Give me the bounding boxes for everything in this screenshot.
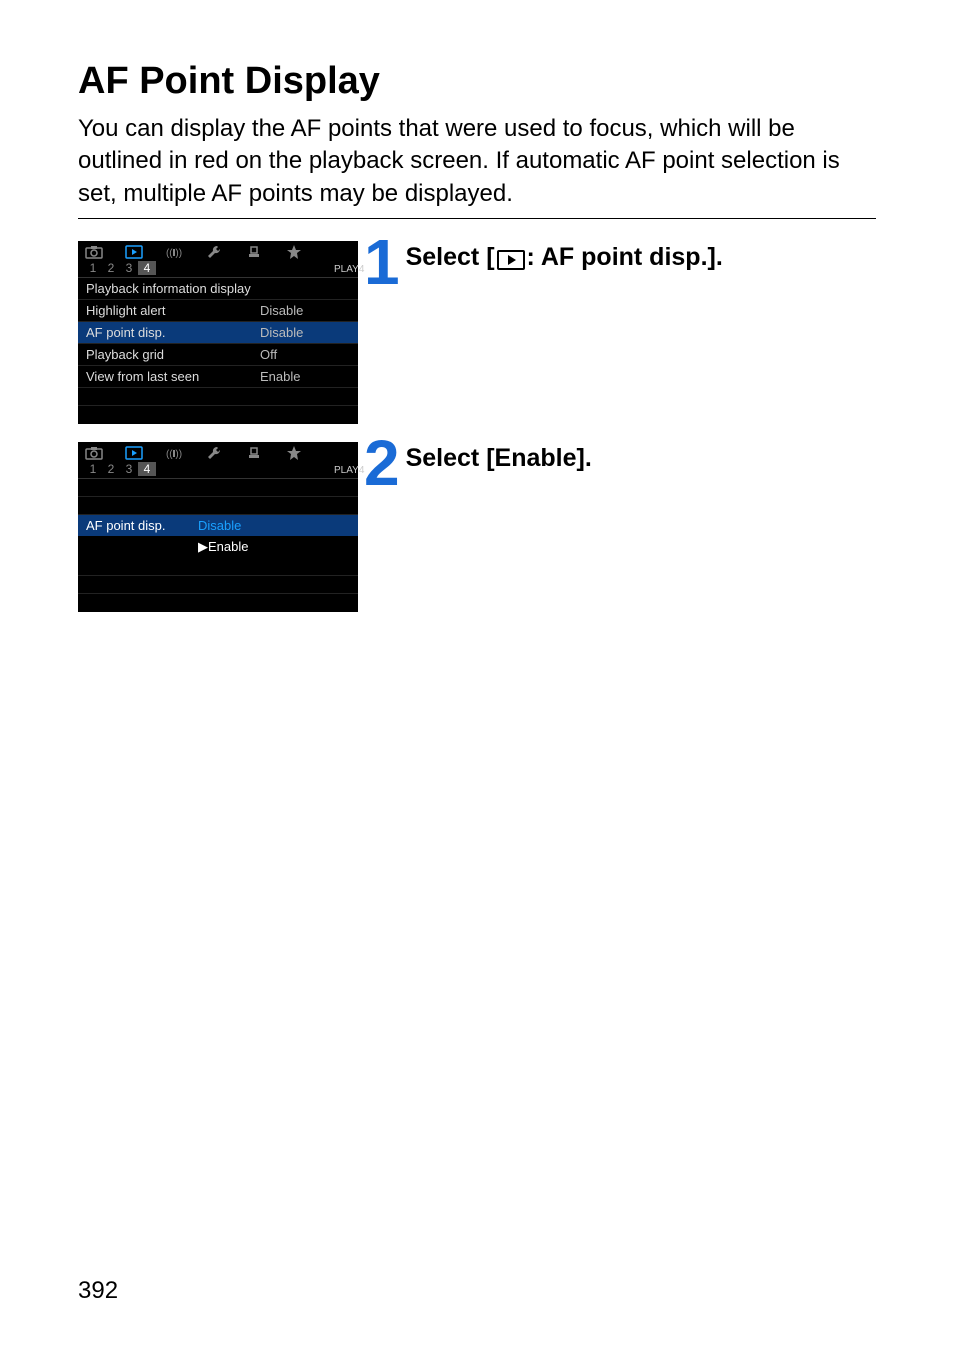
page-number: 392 xyxy=(78,1277,118,1305)
subtab-4: 4 xyxy=(138,261,156,275)
subtab-2: 2 xyxy=(102,261,120,275)
custom-icon xyxy=(244,245,264,259)
lcd2-tab-label: PLAY4 xyxy=(334,465,352,476)
divider xyxy=(78,218,876,219)
wrench-icon xyxy=(204,245,224,259)
menu-row-view-last-seen: View from last seen Enable xyxy=(78,366,358,388)
playback-icon-inline xyxy=(497,250,525,270)
option-row-disable: AF point disp. Disable xyxy=(78,515,358,536)
lcd1-tab-label: PLAY4 xyxy=(334,264,352,275)
menu-label: AF point disp. xyxy=(86,325,260,340)
menu-row-playback-grid: Playback grid Off xyxy=(78,344,358,366)
step-1: (( )) 1 2 3 4 PLAY4 Playbac xyxy=(78,241,876,424)
menu-label: Playback grid xyxy=(86,347,260,362)
lcd1-top-tabs: (( )) xyxy=(78,241,358,261)
star-icon xyxy=(284,245,304,259)
menu-value: Disable xyxy=(260,303,350,318)
subtab-3: 3 xyxy=(120,462,138,476)
playback-icon xyxy=(124,245,144,259)
step-1-text: Select [ : AF point disp.]. xyxy=(406,243,723,272)
menu-value: Enable xyxy=(260,369,350,384)
intro-text: You can display the AF points that were … xyxy=(78,113,876,210)
step-number-1: 1 xyxy=(364,237,400,288)
option-enable: ▶Enable xyxy=(198,536,248,558)
option-row-enable: ▶Enable xyxy=(78,536,358,558)
wireless-icon: (( )) xyxy=(164,446,184,460)
step-2-text: Select [Enable]. xyxy=(406,444,592,473)
lcd1-sub-tabs: 1 2 3 4 PLAY4 xyxy=(78,261,358,278)
subtab-3: 3 xyxy=(120,261,138,275)
lcd-screen-1: (( )) 1 2 3 4 PLAY4 Playbac xyxy=(78,241,358,424)
menu-row-af-point-disp: AF point disp. Disable xyxy=(78,322,358,344)
menu-value: Disable xyxy=(260,325,350,340)
step1-suffix: : AF point disp.]. xyxy=(527,243,723,272)
star-icon xyxy=(284,446,304,460)
lcd2-sub-tabs: 1 2 3 4 PLAY4 xyxy=(78,462,358,479)
menu-value: Off xyxy=(260,347,350,362)
subtab-1: 1 xyxy=(84,462,102,476)
step1-prefix: Select [ xyxy=(406,243,495,272)
camera-icon xyxy=(84,446,104,460)
menu-label: View from last seen xyxy=(86,369,260,384)
lcd2-top-tabs: (( )) xyxy=(78,442,358,462)
option-enable-text: Enable xyxy=(208,539,248,554)
lcd-screen-2: (( )) 1 2 3 4 PLAY4 xyxy=(78,442,358,612)
camera-icon xyxy=(84,245,104,259)
setting-label: AF point disp. xyxy=(78,515,198,536)
option-spacer xyxy=(78,536,198,558)
wrench-icon xyxy=(204,446,224,460)
step-2: (( )) 1 2 3 4 PLAY4 xyxy=(78,442,876,612)
subtab-2: 2 xyxy=(102,462,120,476)
caret-icon: ▶ xyxy=(198,539,208,554)
page-title: AF Point Display xyxy=(78,60,876,103)
menu-label: Highlight alert xyxy=(86,303,260,318)
option-disable: Disable xyxy=(198,515,241,536)
subtab-4: 4 xyxy=(138,462,156,476)
menu-label: Playback information display xyxy=(86,281,260,296)
menu-row-playback-info: Playback information display xyxy=(78,278,358,300)
custom-icon xyxy=(244,446,264,460)
menu-value xyxy=(260,281,350,296)
menu-row-highlight-alert: Highlight alert Disable xyxy=(78,300,358,322)
step-number-2: 2 xyxy=(364,438,400,489)
playback-icon xyxy=(124,446,144,460)
wireless-icon: (( )) xyxy=(164,245,184,259)
subtab-1: 1 xyxy=(84,261,102,275)
